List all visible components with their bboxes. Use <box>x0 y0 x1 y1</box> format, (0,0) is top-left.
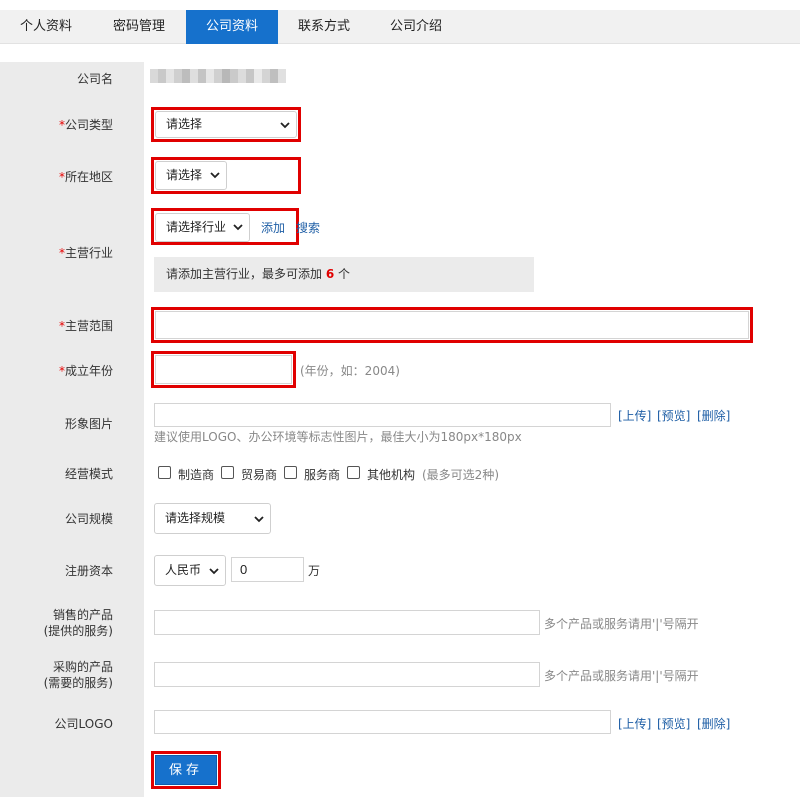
company-size-value: 请选择规模 <box>165 511 226 525</box>
checkbox-manufacturer[interactable] <box>158 466 171 479</box>
option-trader-label: 贸易商 <box>241 468 278 482</box>
sell-products-input[interactable] <box>154 610 540 635</box>
company-size-label: 公司规模 <box>64 512 113 526</box>
industry-add-link[interactable]: 添加 <box>261 220 285 236</box>
company-type-select[interactable]: 请选择 <box>155 111 297 138</box>
tab-company-info[interactable]: 公司资料 <box>186 10 278 44</box>
business-mode-label: 经营模式 <box>64 467 113 481</box>
tab-company-intro[interactable]: 公司介绍 <box>370 10 462 44</box>
location-value: 请选择 <box>166 168 203 182</box>
company-type-label: *公司类型 <box>0 117 113 133</box>
chevron-down-icon <box>254 516 264 523</box>
image-hint: 建议使用LOGO、办公环境等标志性图片，最佳大小为180px*180px <box>154 430 522 444</box>
founded-year-label-text: 成立年份 <box>64 364 113 378</box>
logo-label: 公司LOGO <box>54 717 113 731</box>
chevron-down-icon <box>209 568 219 575</box>
currency-select[interactable]: 人民币 <box>154 555 226 586</box>
sell-products-label: 销售的产品 <box>52 608 113 622</box>
capital-amount-input[interactable] <box>231 557 304 582</box>
founded-year-hint: (年份，如：2004) <box>300 364 400 378</box>
tab-bar: 个人资料 密码管理 公司资料 联系方式 公司介绍 <box>0 10 800 44</box>
option-service-provider-label: 服务商 <box>304 468 341 482</box>
logo-delete-link[interactable]: [删除] <box>697 716 730 732</box>
location-label: *所在地区 <box>0 169 113 185</box>
industry-select[interactable]: 请选择行业 <box>155 213 250 242</box>
location-label-text: 所在地区 <box>64 170 113 184</box>
buy-products-hint: 多个产品或服务请用'|'号隔开 <box>544 669 699 683</box>
founded-year-label: *成立年份 <box>0 363 113 379</box>
sell-products-hint: 多个产品或服务请用'|'号隔开 <box>544 617 699 631</box>
industry-info-box: 请添加主营行业，最多可添加 6 个 <box>154 257 534 292</box>
save-button[interactable]: 保存 <box>155 755 217 785</box>
image-upload-link[interactable]: [上传] <box>618 408 651 424</box>
business-scope-input[interactable] <box>155 311 749 339</box>
industry-info-prefix: 请添加主营行业，最多可添加 <box>166 267 326 281</box>
company-name-value-blurred <box>150 69 290 83</box>
checkbox-other-org[interactable] <box>347 466 360 479</box>
option-manufacturer-label: 制造商 <box>178 468 215 482</box>
chevron-down-icon <box>210 172 220 179</box>
chevron-down-icon <box>280 122 290 129</box>
industry-info-count: 6 <box>325 267 335 281</box>
registered-capital-label: 注册资本 <box>64 564 113 578</box>
capital-unit: 万 <box>308 564 321 578</box>
buy-products-sublabel: (需要的服务) <box>43 676 113 690</box>
industry-info-suffix: 个 <box>334 267 351 281</box>
checkbox-trader[interactable] <box>221 466 234 479</box>
company-type-label-text: 公司类型 <box>64 118 113 132</box>
tab-personal-info[interactable]: 个人资料 <box>0 10 92 44</box>
sell-products-sublabel: (提供的服务) <box>43 624 113 638</box>
option-other-org-label: 其他机构 <box>367 468 416 482</box>
company-size-select[interactable]: 请选择规模 <box>154 503 271 534</box>
logo-preview-link[interactable]: [预览] <box>657 716 690 732</box>
industry-label-text: 主营行业 <box>64 246 113 260</box>
industry-search-link[interactable]: 搜索 <box>296 220 320 236</box>
founded-year-input[interactable] <box>155 355 292 384</box>
checkbox-service-provider[interactable] <box>284 466 297 479</box>
location-select[interactable]: 请选择 <box>155 161 227 190</box>
company-name-label: 公司名 <box>76 72 113 86</box>
image-path-input[interactable] <box>154 403 611 427</box>
business-mode-hint: (最多可选2种) <box>422 468 499 482</box>
logo-path-input[interactable] <box>154 710 611 734</box>
image-preview-link[interactable]: [预览] <box>657 408 690 424</box>
image-delete-link[interactable]: [删除] <box>697 408 730 424</box>
buy-products-input[interactable] <box>154 662 540 687</box>
company-type-value: 请选择 <box>166 117 203 131</box>
tab-password[interactable]: 密码管理 <box>92 10 186 44</box>
business-scope-label-text: 主营范围 <box>64 319 113 333</box>
logo-upload-link[interactable]: [上传] <box>618 716 651 732</box>
chevron-down-icon <box>233 224 243 231</box>
industry-label: *主营行业 <box>0 245 113 261</box>
image-label: 形象图片 <box>64 417 113 431</box>
business-scope-label: *主营范围 <box>0 318 113 334</box>
industry-value: 请选择行业 <box>166 220 227 234</box>
buy-products-label: 采购的产品 <box>52 660 113 674</box>
currency-value: 人民币 <box>165 563 202 577</box>
tab-contact[interactable]: 联系方式 <box>278 10 370 44</box>
